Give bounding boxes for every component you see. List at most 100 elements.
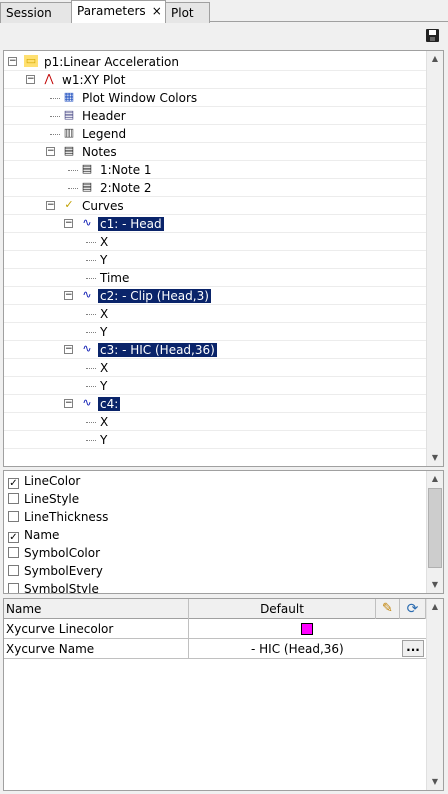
tree-item-label[interactable]: c4:	[98, 397, 121, 411]
collapse-icon[interactable]: −	[46, 147, 55, 156]
tree-node[interactable]: Notes	[80, 144, 119, 160]
tree-node[interactable]: c2: - Clip (Head,3)	[98, 288, 211, 304]
tree-scrollbar[interactable]: ▲ ▼	[426, 51, 443, 466]
tree-row[interactable]: Y	[4, 251, 427, 269]
tree-node[interactable]: 2:Note 2	[98, 180, 154, 196]
tree-row[interactable]: − ∿ c3: - HIC (Head,36)	[4, 341, 427, 359]
collapse-icon[interactable]: −	[64, 219, 73, 228]
collapse-icon[interactable]: −	[8, 57, 17, 66]
tree-row[interactable]: X	[4, 413, 427, 431]
tree-row[interactable]: ▤ Header	[4, 107, 427, 125]
column-header-default[interactable]: Default	[189, 599, 376, 619]
tree-item-label[interactable]: Legend	[80, 127, 128, 141]
grid-cell-value[interactable]	[189, 619, 427, 639]
property-item[interactable]: LineThickness	[8, 508, 108, 526]
tree-item-label[interactable]: X	[98, 235, 110, 249]
checkbox[interactable]	[8, 511, 19, 522]
scroll-thumb[interactable]	[428, 488, 442, 568]
tree-node[interactable]: c3: - HIC (Head,36)	[98, 342, 217, 358]
tree-item-label[interactable]: X	[98, 361, 110, 375]
checkbox[interactable]: ✓	[8, 532, 19, 543]
tree-item-label[interactable]: Plot Window Colors	[80, 91, 199, 105]
tree-node[interactable]: X	[98, 306, 110, 322]
tree-row[interactable]: X	[4, 305, 427, 323]
tree-node[interactable]: Header	[80, 108, 128, 124]
tree-row[interactable]: − ✓ Curves	[4, 197, 427, 215]
tree-row[interactable]: ▤ 1:Note 1	[4, 161, 427, 179]
tree-node[interactable]: c4:	[98, 396, 121, 412]
tree-item-label[interactable]: X	[98, 307, 110, 321]
tab-plot[interactable]: Plot	[165, 2, 210, 23]
refresh-icon[interactable]: ⟳	[400, 599, 426, 619]
scroll-down-icon[interactable]: ▼	[427, 450, 443, 466]
color-swatch[interactable]	[301, 623, 313, 635]
collapse-icon[interactable]: −	[26, 75, 35, 84]
collapse-icon[interactable]: −	[64, 291, 73, 300]
tree-row[interactable]: − ▭ p1:Linear Acceleration	[4, 53, 427, 71]
tree-node[interactable]: X	[98, 414, 110, 430]
tree-node[interactable]: Y	[98, 432, 109, 448]
tree-item-label[interactable]: Y	[98, 379, 109, 393]
tree-row[interactable]: ▥ Legend	[4, 125, 427, 143]
tree-node[interactable]: Legend	[80, 126, 128, 142]
tree-node[interactable]: p1:Linear Acceleration	[42, 54, 181, 70]
tree-node[interactable]: w1:XY Plot	[60, 72, 127, 88]
property-item[interactable]: ✓ Name	[8, 526, 59, 544]
tree-row[interactable]: ▦ Plot Window Colors	[4, 89, 427, 107]
tree-item-label[interactable]: X	[98, 415, 110, 429]
scroll-up-icon[interactable]: ▲	[427, 599, 443, 615]
tree-row[interactable]: Y	[4, 377, 427, 395]
save-icon[interactable]	[426, 29, 439, 42]
tree-row[interactable]: Y	[4, 431, 427, 449]
checkbox[interactable]	[8, 583, 19, 593]
tree-item-label[interactable]: Y	[98, 253, 109, 267]
tree-row[interactable]: ▤ 2:Note 2	[4, 179, 427, 197]
property-item[interactable]: ✓ LineColor	[8, 472, 80, 490]
tree-row[interactable]: − ▤ Notes	[4, 143, 427, 161]
tree-item-label[interactable]: Curves	[80, 199, 126, 213]
tree-item-label[interactable]: Header	[80, 109, 128, 123]
grid-cell-value[interactable]: - HIC (Head,36) ...	[189, 639, 427, 659]
checkbox[interactable]	[8, 547, 19, 558]
close-icon[interactable]: ×	[152, 4, 162, 18]
checkbox[interactable]	[8, 493, 19, 504]
scroll-up-icon[interactable]: ▲	[427, 471, 443, 487]
tree-item-label[interactable]: c3: - HIC (Head,36)	[98, 343, 217, 357]
tree-item-label[interactable]: Y	[98, 325, 109, 339]
tab-session[interactable]: Session	[0, 2, 72, 23]
property-item[interactable]: SymbolColor	[8, 544, 100, 562]
collapse-icon[interactable]: −	[64, 399, 73, 408]
tree-item-label[interactable]: w1:XY Plot	[60, 73, 127, 87]
property-scrollbar[interactable]: ▲ ▼	[426, 471, 443, 593]
tree-item-label[interactable]: 1:Note 1	[98, 163, 154, 177]
tree-item-label[interactable]: Y	[98, 433, 109, 447]
tree-item-label[interactable]: Notes	[80, 145, 119, 159]
tree-node[interactable]: Time	[98, 270, 131, 286]
scroll-up-icon[interactable]: ▲	[427, 51, 443, 67]
scroll-down-icon[interactable]: ▼	[427, 577, 443, 593]
tree-row[interactable]: Y	[4, 323, 427, 341]
tree-node[interactable]: Y	[98, 324, 109, 340]
checkbox[interactable]: ✓	[8, 478, 19, 489]
collapse-icon[interactable]: −	[46, 201, 55, 210]
tree-node[interactable]: Plot Window Colors	[80, 90, 199, 106]
tree-node[interactable]: Y	[98, 378, 109, 394]
property-item[interactable]: LineStyle	[8, 490, 79, 508]
tree-item-label[interactable]: c2: - Clip (Head,3)	[98, 289, 211, 303]
tree-item-label[interactable]: 2:Note 2	[98, 181, 154, 195]
tree-node[interactable]: c1: - Head	[98, 216, 164, 232]
checkbox[interactable]	[8, 565, 19, 576]
tree-item-label[interactable]: Time	[98, 271, 131, 285]
grid-scrollbar[interactable]: ▲ ▼	[426, 599, 443, 790]
tree-node[interactable]: Curves	[80, 198, 126, 214]
grid-row[interactable]: Xycurve Name - HIC (Head,36) ...	[4, 639, 427, 659]
tree-row[interactable]: X	[4, 233, 427, 251]
tab-parameters[interactable]: Parameters ×	[71, 0, 166, 23]
column-header-name[interactable]: Name	[4, 599, 189, 619]
property-item[interactable]: SymbolStyle	[8, 580, 99, 593]
tree-row[interactable]: − ∿ c4:	[4, 395, 427, 413]
grid-row[interactable]: Xycurve Linecolor	[4, 619, 427, 639]
property-item[interactable]: SymbolEvery	[8, 562, 103, 580]
tree-node[interactable]: 1:Note 1	[98, 162, 154, 178]
tree-row[interactable]: X	[4, 359, 427, 377]
